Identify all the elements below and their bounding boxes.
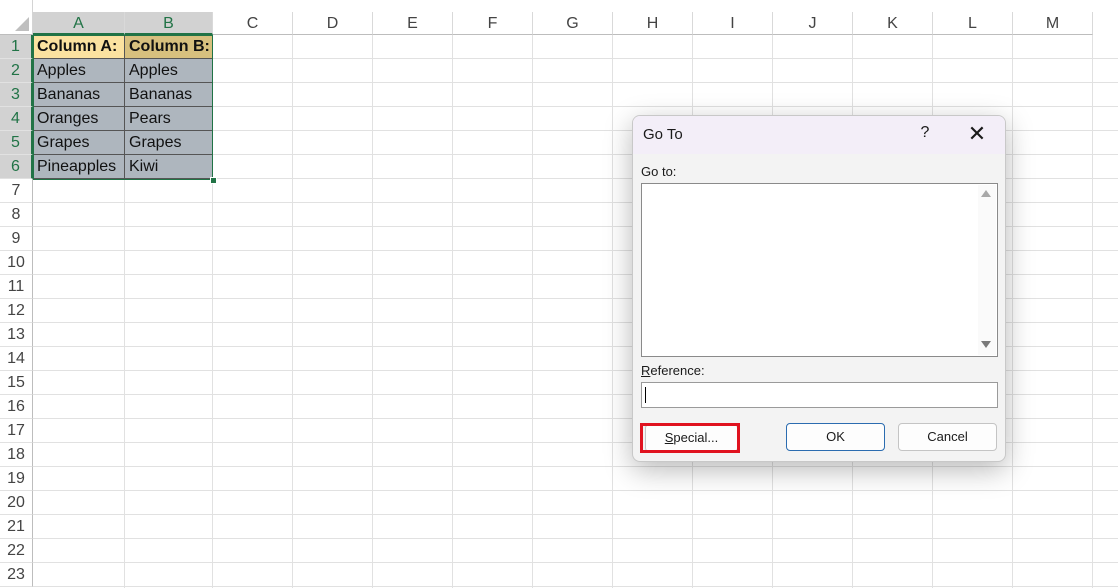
row-header-16[interactable]: 16 — [0, 395, 33, 419]
column-header-e[interactable]: E — [373, 12, 453, 35]
dialog-titlebar: Go To ? ✕ — [633, 116, 1005, 154]
column-header-d[interactable]: D — [293, 12, 373, 35]
special-button-highlight — [640, 423, 740, 453]
cell-b3[interactable]: Bananas — [125, 83, 213, 107]
goto-label: Go to: — [641, 164, 677, 179]
grid-vline — [612, 35, 613, 588]
grid-vline — [1012, 35, 1013, 588]
row-header-17[interactable]: 17 — [0, 419, 33, 443]
reference-input[interactable] — [641, 382, 998, 408]
row-header-3[interactable]: 3 — [0, 83, 33, 107]
column-header-k[interactable]: K — [853, 12, 933, 35]
grid-hline — [33, 586, 1118, 587]
cancel-button[interactable]: Cancel — [898, 423, 997, 451]
cell-a3[interactable]: Bananas — [33, 83, 125, 107]
row-header-18[interactable]: 18 — [0, 443, 33, 467]
column-header-f[interactable]: F — [453, 12, 533, 35]
row-header-13[interactable]: 13 — [0, 323, 33, 347]
cell-a2[interactable]: Apples — [33, 59, 125, 83]
column-header-g[interactable]: G — [533, 12, 613, 35]
help-button[interactable]: ? — [915, 124, 935, 142]
scroll-up-icon[interactable] — [981, 190, 991, 197]
reference-label-rest: eference: — [650, 363, 705, 378]
cell-a1[interactable]: Column A: — [33, 35, 125, 59]
row-header-4[interactable]: 4 — [0, 107, 33, 131]
row-header-7[interactable]: 7 — [0, 179, 33, 203]
cell-a6[interactable]: Pineapples — [33, 155, 125, 179]
reference-label: Reference: — [641, 363, 705, 378]
grid-hline — [33, 466, 1118, 467]
cell-b6[interactable]: Kiwi — [125, 155, 213, 179]
row-header-20[interactable]: 20 — [0, 491, 33, 515]
row-header-6[interactable]: 6 — [0, 155, 33, 179]
cell-b2[interactable]: Apples — [125, 59, 213, 83]
row-header-21[interactable]: 21 — [0, 515, 33, 539]
cell-b5[interactable]: Grapes — [125, 131, 213, 155]
grid-hline — [33, 562, 1118, 563]
row-header-15[interactable]: 15 — [0, 371, 33, 395]
grid-hline — [33, 538, 1118, 539]
row-header-10[interactable]: 10 — [0, 251, 33, 275]
column-header-m[interactable]: M — [1013, 12, 1093, 35]
cell-b4[interactable]: Pears — [125, 107, 213, 131]
column-header-i[interactable]: I — [693, 12, 773, 35]
cell-a4[interactable]: Oranges — [33, 107, 125, 131]
row-header-9[interactable]: 9 — [0, 227, 33, 251]
fill-handle[interactable] — [210, 177, 217, 184]
cell-b1[interactable]: Column B: — [125, 35, 213, 59]
column-header-j[interactable]: J — [773, 12, 853, 35]
row-header-19[interactable]: 19 — [0, 467, 33, 491]
select-all-corner[interactable] — [0, 0, 33, 35]
row-header-5[interactable]: 5 — [0, 131, 33, 155]
row-header-1[interactable]: 1 — [0, 35, 33, 59]
grid-vline — [1092, 35, 1093, 588]
scroll-down-icon[interactable] — [981, 341, 991, 348]
text-caret — [645, 387, 646, 403]
row-header-14[interactable]: 14 — [0, 347, 33, 371]
grid-hline — [33, 490, 1118, 491]
grid-vline — [532, 35, 533, 588]
ok-button[interactable]: OK — [786, 423, 885, 451]
column-header-c[interactable]: C — [213, 12, 293, 35]
row-header-8[interactable]: 8 — [0, 203, 33, 227]
row-header-11[interactable]: 11 — [0, 275, 33, 299]
reference-label-accesskey: R — [641, 363, 651, 378]
listbox-scrollbar[interactable] — [978, 185, 996, 355]
column-header-l[interactable]: L — [933, 12, 1013, 35]
grid-vline — [372, 35, 373, 588]
column-header-h[interactable]: H — [613, 12, 693, 35]
grid-vline — [292, 35, 293, 588]
row-header-12[interactable]: 12 — [0, 299, 33, 323]
grid-hline — [33, 514, 1118, 515]
column-header-a[interactable]: A — [33, 12, 125, 35]
column-header-b[interactable]: B — [125, 12, 213, 35]
close-icon[interactable]: ✕ — [965, 123, 989, 147]
goto-dialog: Go To ? ✕ Go to: Reference: Special... O… — [632, 115, 1006, 462]
grid-vline — [452, 35, 453, 588]
cell-a5[interactable]: Grapes — [33, 131, 125, 155]
row-header-2[interactable]: 2 — [0, 59, 33, 83]
select-all-triangle-icon — [15, 17, 29, 31]
row-header-23[interactable]: 23 — [0, 563, 33, 587]
goto-listbox[interactable] — [641, 183, 998, 357]
row-header-22[interactable]: 22 — [0, 539, 33, 563]
dialog-title: Go To — [643, 126, 683, 143]
